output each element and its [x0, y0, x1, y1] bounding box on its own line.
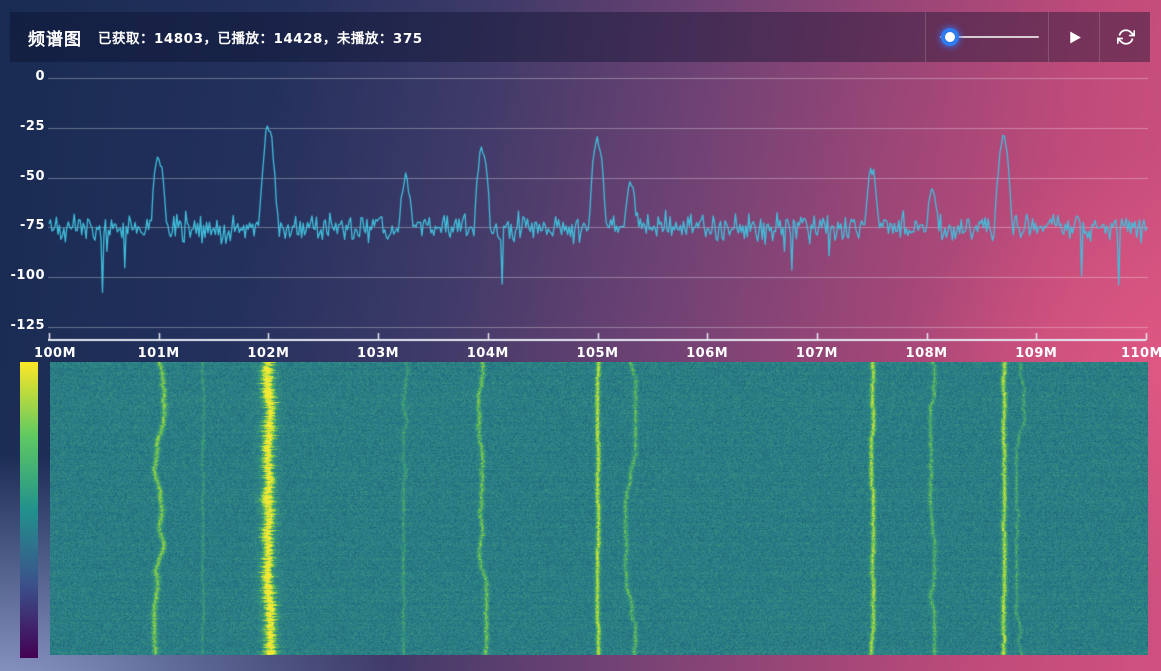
playback-stats: 已获取：14803，已播放：14428，未播放：375 — [98, 31, 423, 47]
page-title: 频谱图 — [28, 29, 82, 50]
x-axis-tick-label: 100M — [33, 346, 77, 361]
x-axis-tick-label: 110M — [1120, 346, 1161, 361]
x-axis-tick-label: 105M — [576, 346, 619, 361]
y-axis-tick-label: 0 — [35, 69, 45, 84]
play-cell — [1048, 12, 1100, 62]
slider-knob[interactable] — [941, 28, 959, 46]
refresh-icon — [1116, 29, 1135, 45]
x-axis-tick-label: 104M — [466, 346, 509, 361]
refresh-button[interactable] — [1100, 12, 1151, 62]
y-axis-tick-label: -25 — [20, 118, 45, 134]
x-axis-tick-label: 108M — [905, 346, 948, 361]
x-axis-tick-label: 106M — [686, 346, 729, 361]
y-axis-tick-label: -125 — [10, 318, 45, 333]
x-axis-tick-label: 107M — [795, 346, 838, 361]
play-icon — [1070, 30, 1081, 44]
spectrum-analyzer-page: 频谱图 已获取：14803，已播放：14428，未播放：375 0 -25 -5… — [0, 0, 1161, 671]
x-axis-tick-label: 102M — [247, 346, 290, 361]
waterfall-canvas — [50, 362, 1148, 655]
spectrum-chart-canvas — [48, 70, 1148, 346]
x-axis-tick-label: 101M — [137, 346, 180, 361]
x-axis-tick-label: 103M — [357, 346, 400, 361]
y-axis-tick-label: -100 — [10, 268, 45, 284]
x-axis-tick-label: 109M — [1015, 346, 1058, 361]
header-bar: 频谱图 已获取：14803，已播放：14428，未播放：375 — [10, 12, 1150, 62]
y-axis-tick-label: -75 — [20, 218, 45, 234]
playback-slider[interactable] — [940, 28, 1039, 46]
colorbar — [20, 362, 38, 658]
play-button[interactable] — [1049, 12, 1100, 62]
slider-cell — [925, 12, 1049, 62]
y-axis-tick-label: -50 — [20, 168, 45, 184]
refresh-cell — [1099, 12, 1151, 62]
